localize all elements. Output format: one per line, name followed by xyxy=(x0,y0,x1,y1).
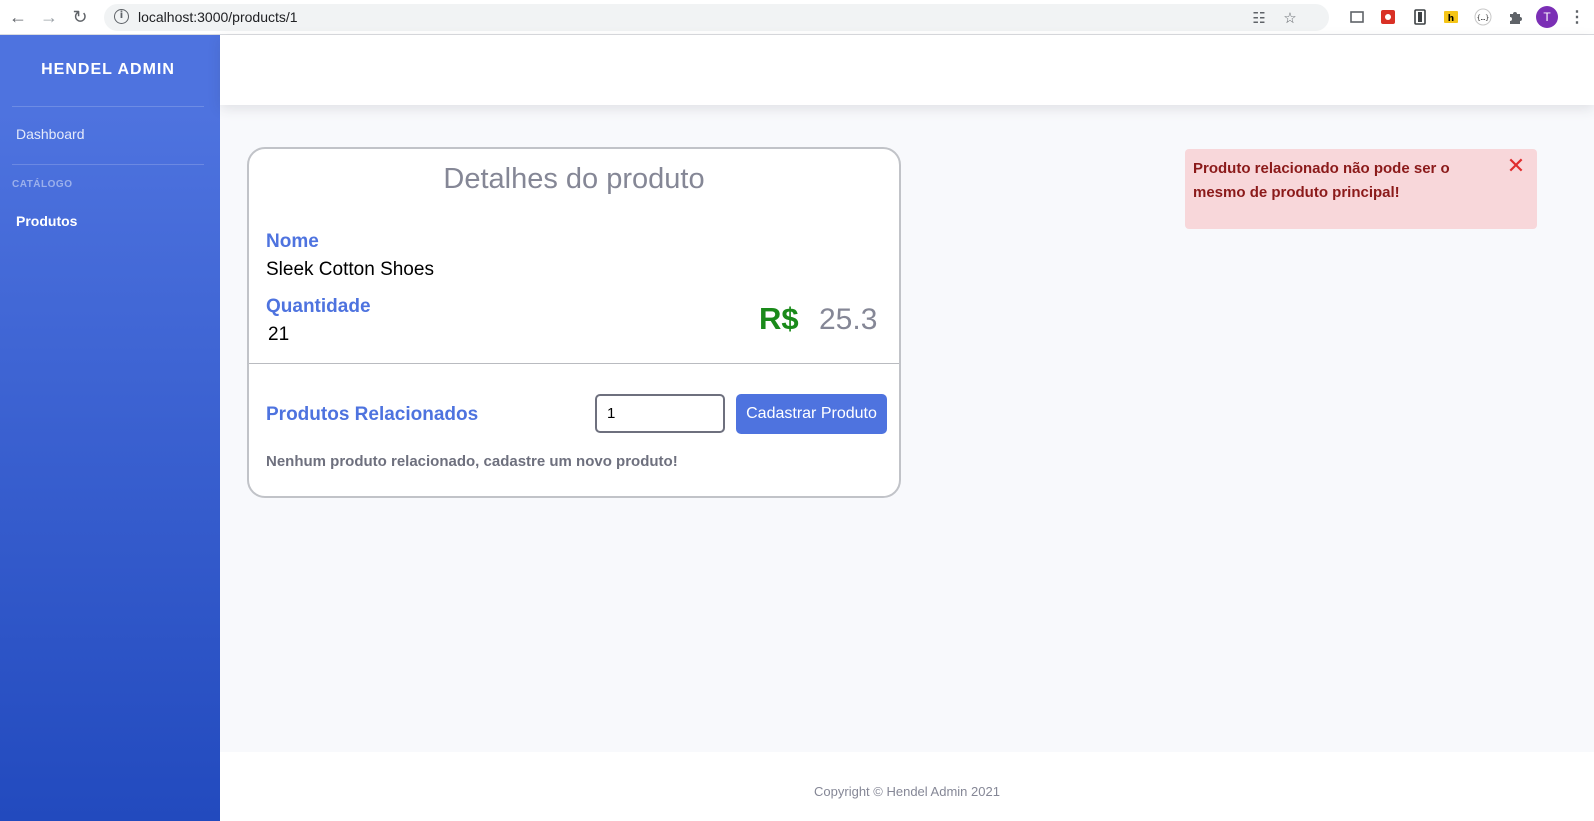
profile-avatar[interactable]: T xyxy=(1536,6,1558,28)
extension-json-icon[interactable]: {…} xyxy=(1473,7,1493,27)
related-product-id-input[interactable] xyxy=(595,394,725,433)
extension-red-icon[interactable] xyxy=(1378,7,1398,27)
copyright-text: Copyright © Hendel Admin 2021 xyxy=(814,784,1000,799)
address-bar[interactable]: i localhost:3000/products/1 ☷ ☆ xyxy=(104,4,1329,31)
site-info-icon[interactable]: i xyxy=(114,9,129,24)
sidebar-heading-catalogo: CATÁLOGO xyxy=(12,179,73,190)
product-details-card: Detalhes do produto Nome Sleek Cotton Sh… xyxy=(247,147,901,498)
sidebar-item-dashboard[interactable]: Dashboard xyxy=(16,126,85,142)
back-arrow-icon[interactable]: ← xyxy=(6,5,30,29)
name-value: Sleek Cotton Shoes xyxy=(266,259,434,280)
quantity-value: 21 xyxy=(268,324,290,345)
forward-arrow-icon[interactable]: → xyxy=(37,5,61,29)
register-product-button[interactable]: Cadastrar Produto xyxy=(736,394,887,434)
card-divider xyxy=(249,363,899,364)
empty-related-message: Nenhum produto relacionado, cadastre um … xyxy=(266,453,678,470)
card-title: Detalhes do produto xyxy=(443,163,705,195)
browser-toolbar: ← → ↻ i localhost:3000/products/1 ☷ ☆ h … xyxy=(0,0,1594,35)
sidebar-divider xyxy=(12,164,204,165)
svg-text:h: h xyxy=(1448,14,1454,24)
browser-menu-icon[interactable]: ⋮ xyxy=(1567,7,1587,27)
alert-message: Produto relacionado não pode ser o mesmo… xyxy=(1193,160,1450,201)
sidebar-item-produtos[interactable]: Produtos xyxy=(16,213,77,229)
extension-yellow-icon[interactable]: h xyxy=(1441,7,1461,27)
svg-text:{…}: {…} xyxy=(1477,14,1490,22)
sidebar: HENDEL ADMIN Dashboard CATÁLOGO Produtos xyxy=(0,35,220,821)
name-label: Nome xyxy=(266,231,319,252)
error-alert: Produto relacionado não pode ser o mesmo… xyxy=(1185,149,1537,229)
screen-capture-icon[interactable] xyxy=(1347,7,1367,27)
extension-dark-icon[interactable] xyxy=(1410,7,1430,27)
reload-icon[interactable]: ↻ xyxy=(68,5,92,29)
topbar xyxy=(220,35,1594,105)
sidebar-brand[interactable]: HENDEL ADMIN xyxy=(0,61,216,79)
url-text: localhost:3000/products/1 xyxy=(138,9,298,25)
related-products-label: Produtos Relacionados xyxy=(266,404,479,425)
footer: Copyright © Hendel Admin 2021 xyxy=(220,752,1594,821)
bookmark-star-icon[interactable]: ☆ xyxy=(1280,8,1300,28)
sidebar-divider xyxy=(12,106,204,107)
translate-icon[interactable]: ☷ xyxy=(1249,8,1269,28)
price-value: 25.3 xyxy=(819,303,878,336)
close-icon[interactable]: ✕ xyxy=(1505,156,1527,178)
quantity-label: Quantidade xyxy=(266,296,371,317)
price-currency-symbol: R$ xyxy=(759,301,799,336)
extensions-puzzle-icon[interactable] xyxy=(1505,7,1525,27)
